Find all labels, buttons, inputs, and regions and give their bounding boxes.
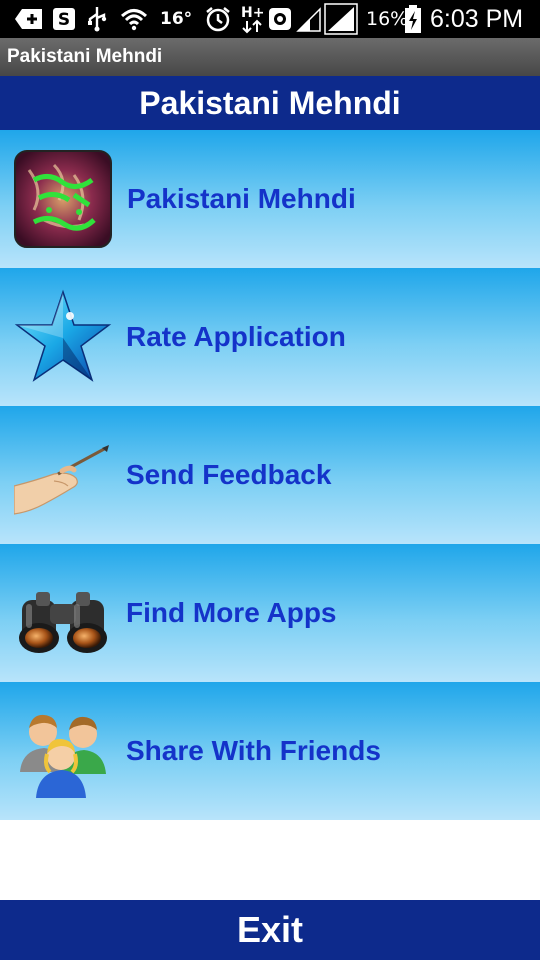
wifi-icon bbox=[120, 0, 148, 38]
menu-item-label: Find More Apps bbox=[126, 597, 337, 628]
app-title: Pakistani Mehndi bbox=[7, 46, 163, 67]
hand-pen-icon bbox=[13, 426, 112, 524]
mehndi-app-icon bbox=[14, 150, 112, 248]
battery-charging-icon bbox=[404, 0, 422, 38]
exit-button-label: Exit bbox=[236, 909, 304, 950]
app-title-bar: Pakistani Mehndi bbox=[0, 38, 540, 76]
alarm-icon bbox=[204, 0, 232, 38]
menu-item-label: Send Feedback bbox=[126, 459, 332, 490]
menu-item-share-with-friends[interactable]: Share With Friends bbox=[0, 682, 540, 820]
svg-text:S: S bbox=[58, 10, 70, 30]
clock-text: 6:03 PM bbox=[430, 4, 524, 33]
temperature-text: 16° bbox=[160, 9, 193, 29]
menu-item-send-feedback[interactable]: Send Feedback bbox=[0, 406, 540, 544]
status-bar: S 16° H+ 16% 6:03 PM bbox=[0, 0, 540, 38]
people-icon bbox=[14, 702, 112, 800]
battery-percent-text: 16% bbox=[366, 8, 409, 30]
menu-item-rate-application[interactable]: Rate Application bbox=[0, 268, 540, 406]
menu-item-label: Share With Friends bbox=[126, 735, 381, 766]
menu-item-find-more-apps[interactable]: Find More Apps bbox=[0, 544, 540, 682]
add-icon bbox=[14, 0, 44, 38]
binoculars-icon bbox=[14, 564, 112, 662]
menu-item-label: Rate Application bbox=[126, 321, 346, 352]
usb-icon bbox=[86, 0, 108, 38]
menu-item-label: Pakistani Mehndi bbox=[127, 183, 356, 214]
skype-icon: S bbox=[52, 0, 76, 38]
signal-full-icon bbox=[324, 0, 358, 38]
page-header: Pakistani Mehndi bbox=[0, 76, 540, 130]
signal-icon bbox=[296, 0, 322, 38]
exit-button[interactable]: Exit bbox=[0, 900, 540, 960]
star-icon bbox=[14, 288, 112, 386]
menu-item-pakistani-mehndi[interactable]: Pakistani Mehndi bbox=[0, 130, 540, 268]
hplus-data-icon: H+ bbox=[240, 0, 264, 38]
browser-icon bbox=[268, 0, 292, 38]
page-title: Pakistani Mehndi bbox=[139, 84, 401, 121]
svg-text:H+: H+ bbox=[241, 5, 264, 21]
